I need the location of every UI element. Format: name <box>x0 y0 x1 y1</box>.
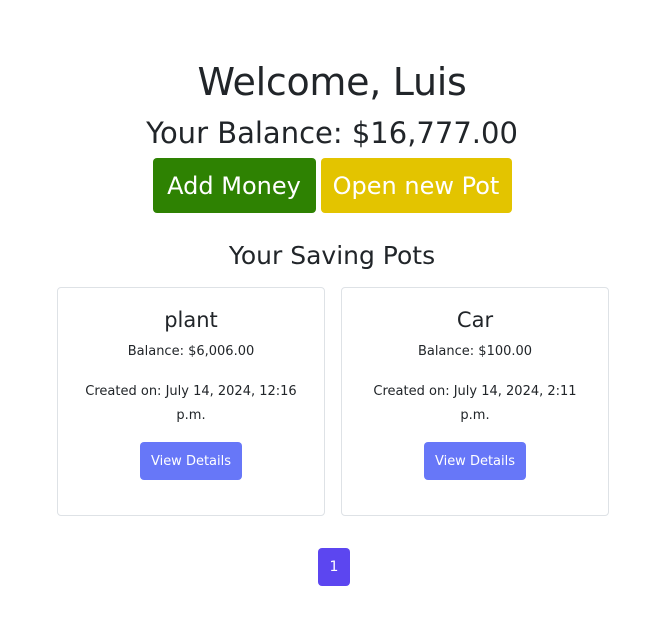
pot-name: Car <box>456 308 494 332</box>
pagination-page-1[interactable]: 1 <box>318 548 350 586</box>
pot-created-date: Created on: July 14, 2024, 2:11 p.m. <box>373 384 577 423</box>
action-buttons: Add Money Open new Pot <box>0 158 664 213</box>
pot-name: plant <box>164 308 218 332</box>
pot-card-plant: plant Balance: $6,006.00 Created on: Jul… <box>57 287 325 516</box>
pot-balance: Balance: $6,006.00 <box>127 344 255 359</box>
view-details-button[interactable]: View Details <box>423 442 527 480</box>
welcome-heading: Welcome, Luis <box>197 60 467 104</box>
view-details-button[interactable]: View Details <box>139 442 243 480</box>
pot-created-date: Created on: July 14, 2024, 12:16 p.m. <box>85 384 297 423</box>
total-balance: Your Balance: $16,777.00 <box>146 116 518 150</box>
add-money-button[interactable]: Add Money <box>152 158 316 213</box>
pot-card-car: Car Balance: $100.00 Created on: July 14… <box>341 287 609 516</box>
pot-balance: Balance: $100.00 <box>417 344 533 359</box>
saving-pots-heading: Your Saving Pots <box>228 241 436 270</box>
open-new-pot-button[interactable]: Open new Pot <box>320 158 512 213</box>
